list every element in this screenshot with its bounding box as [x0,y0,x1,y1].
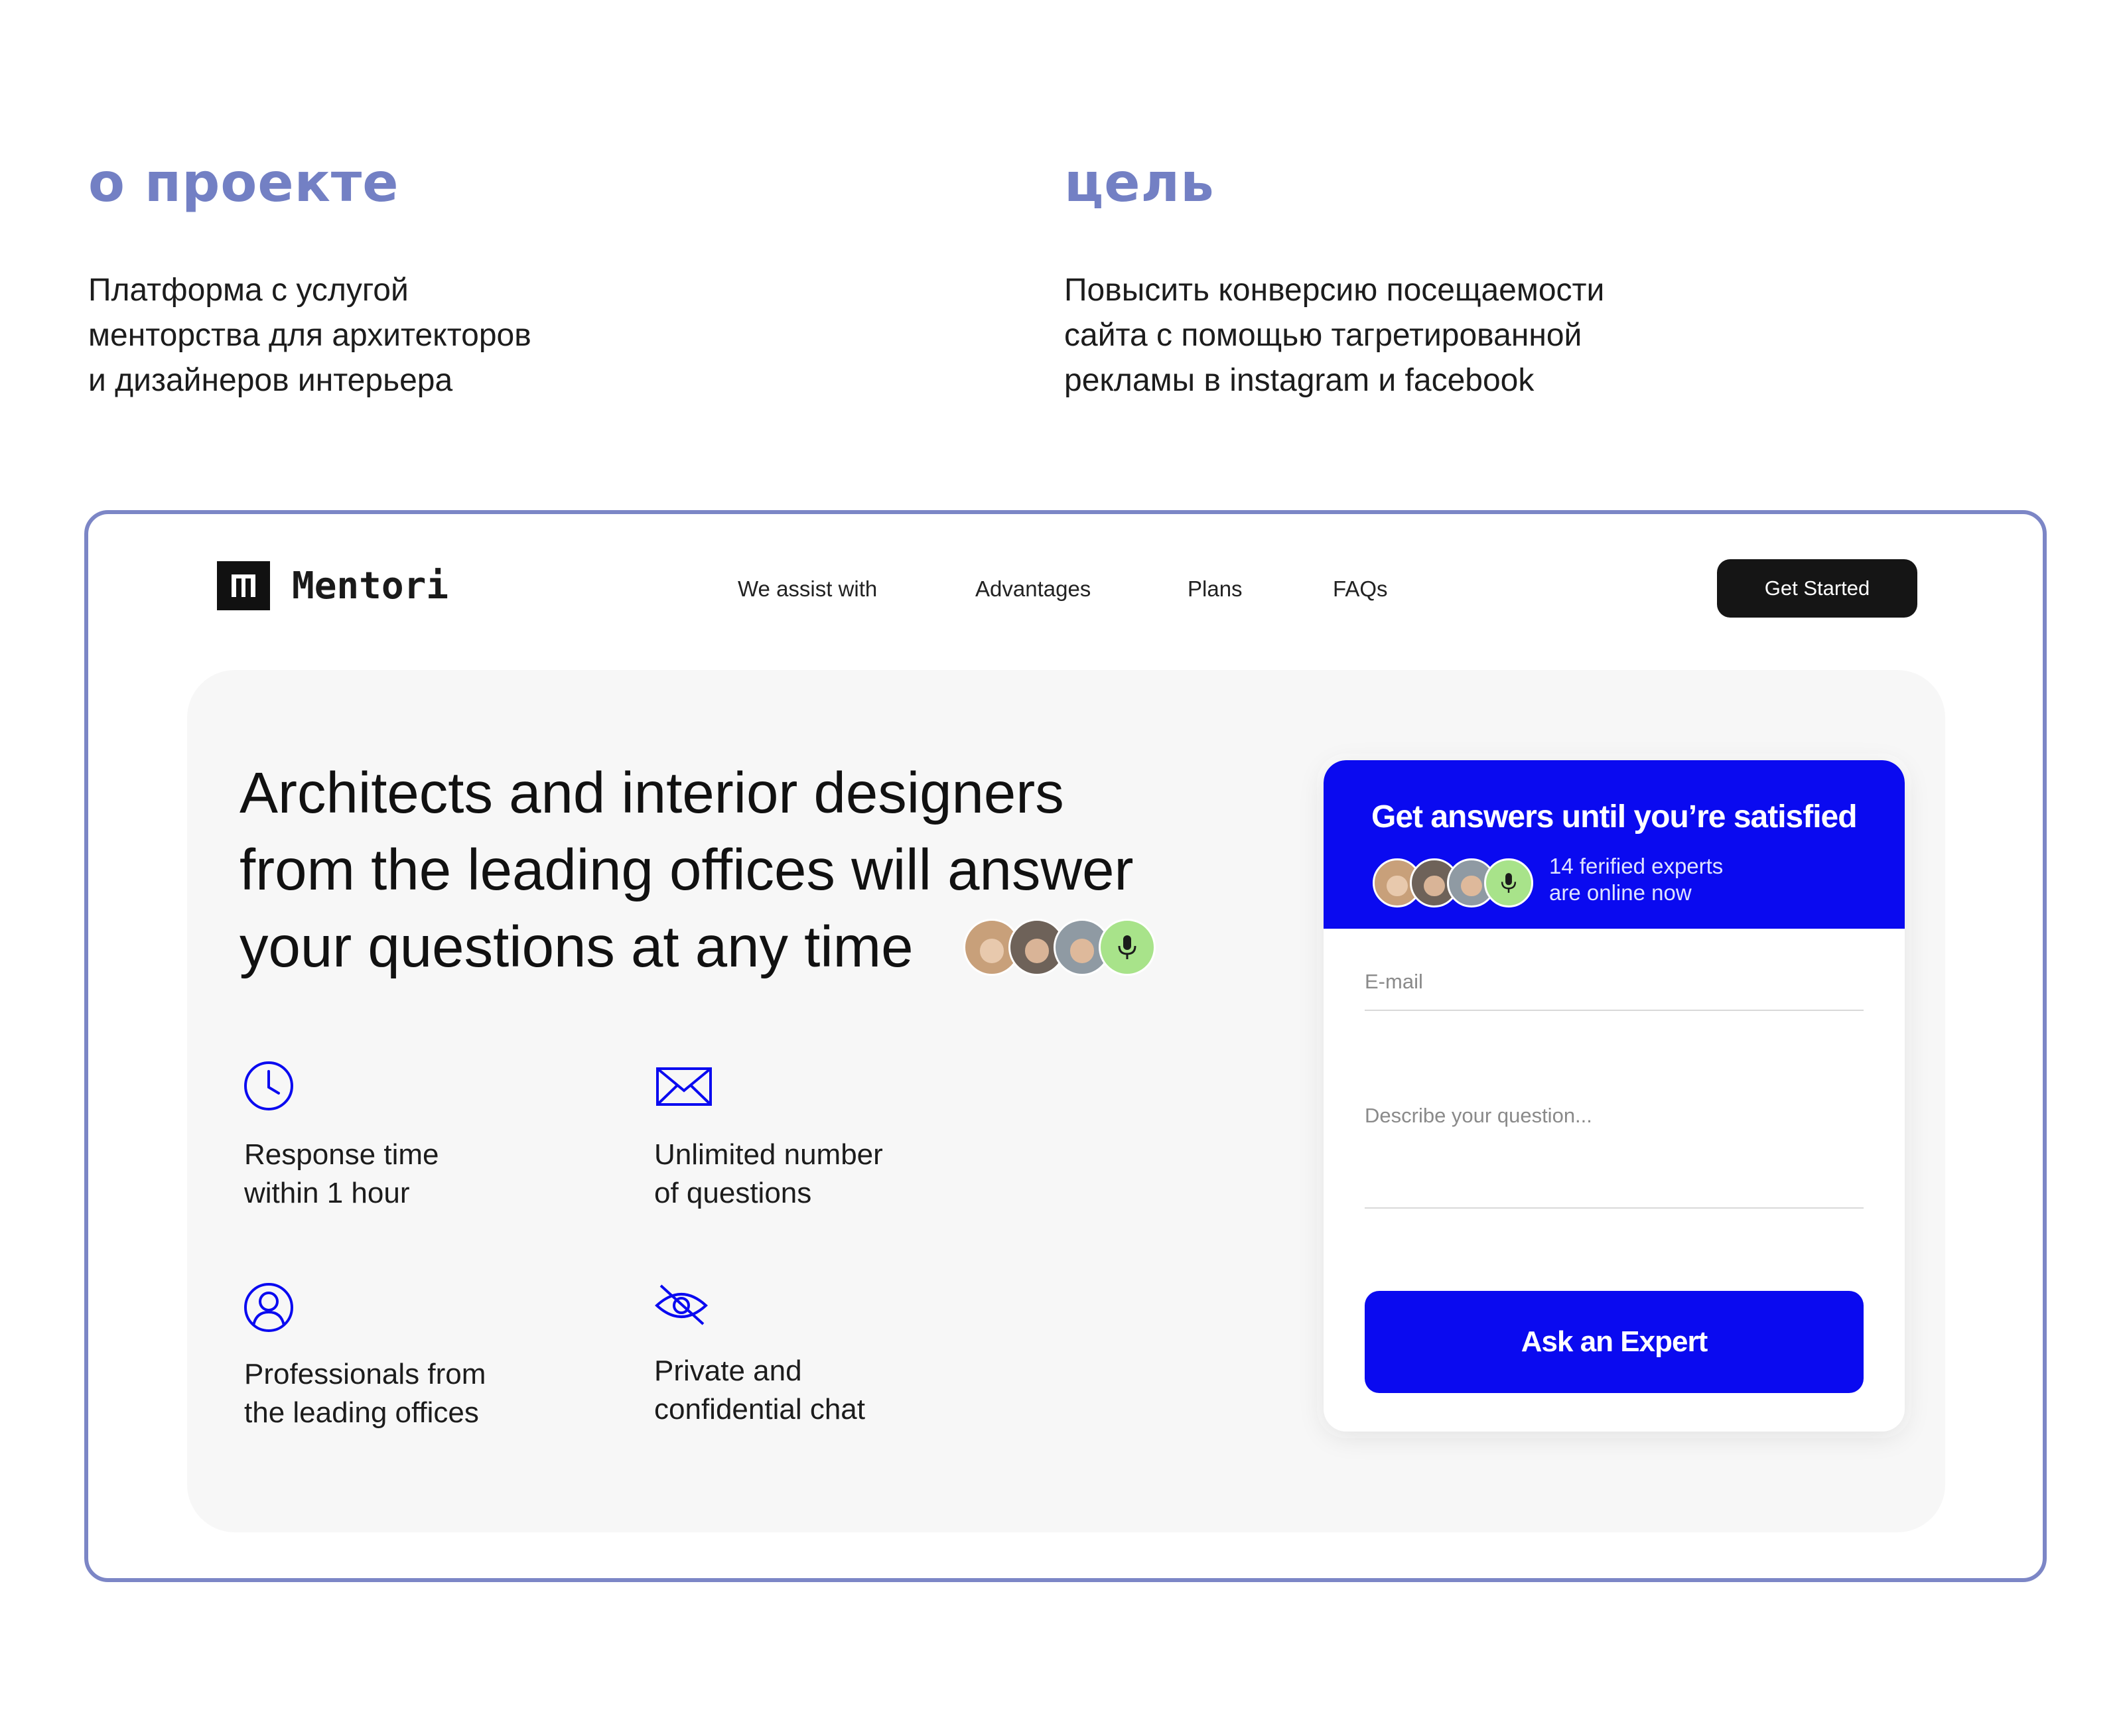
question-field-underline [1365,1207,1864,1209]
microphone-icon [1484,858,1533,907]
feature-professionals: Professionals from the leading offices [244,1358,486,1429]
feature-response-time: Response time within 1 hour [244,1138,439,1209]
card-title: Get answers until you’re satisfied [1371,799,1858,835]
about-title: о проекте [88,152,399,214]
ask-expert-button[interactable]: Ask an Expert [1365,1291,1864,1393]
nav-faqs[interactable]: FAQs [1333,576,1388,602]
nav-plans[interactable]: Plans [1188,576,1243,602]
envelope-icon [655,1067,713,1110]
email-field[interactable]: E-mail [1365,970,1423,994]
microphone-icon [1099,919,1156,976]
hero-heading-line: Architects and interior designers [240,761,1064,825]
card-header: Get answers until you’re satisfied 14 fe… [1324,760,1905,929]
expert-avatars [963,919,1156,976]
email-field-underline [1365,1010,1864,1011]
eye-off-icon [654,1282,709,1331]
get-started-button[interactable]: Get Started [1717,559,1917,618]
about-text: Платформа с услугой менторства для архит… [88,273,531,398]
goal-text: Повысить конверсию посещаемости сайта с … [1064,273,1605,398]
online-experts-text: 14 ferified experts are online now [1549,854,1724,905]
goal-title: цель [1064,152,1215,214]
nav-we-assist-with[interactable]: We assist with [738,576,877,602]
feature-unlimited-questions: Unlimited number of questions [654,1138,883,1209]
logo-text[interactable]: Mentori [292,565,448,608]
ask-expert-card: Get answers until you’re satisfied 14 fe… [1324,760,1905,1432]
feature-private-chat: Private and confidential chat [654,1355,865,1426]
mentori-logo-icon[interactable] [217,561,270,610]
clock-icon [243,1060,295,1115]
online-expert-avatars [1373,858,1533,907]
hero-heading-line: from the leading offices will answer [240,838,1134,902]
person-icon [243,1282,295,1337]
nav-advantages[interactable]: Advantages [975,576,1091,602]
question-field[interactable]: Describe your question... [1365,1104,1592,1128]
